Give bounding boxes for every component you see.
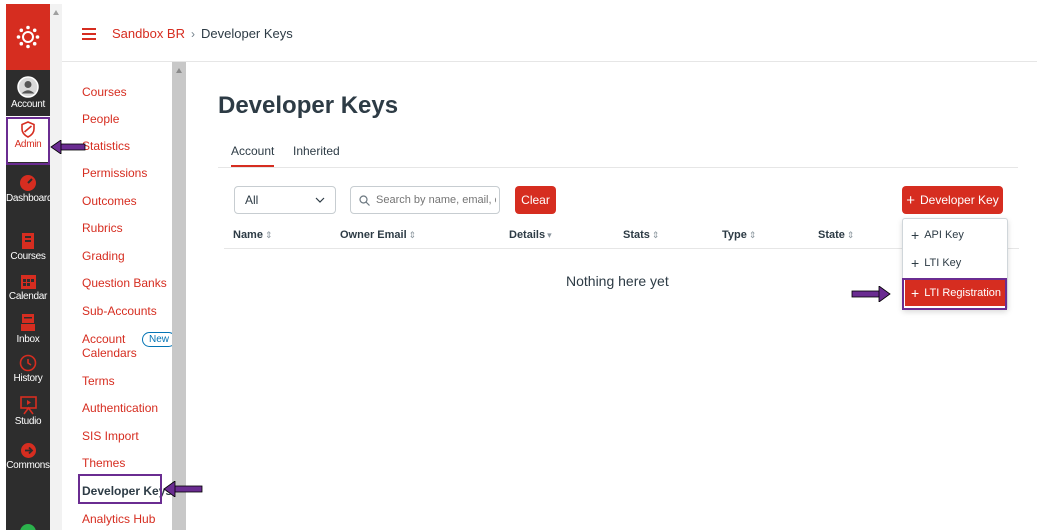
sub-nav-scrollbar[interactable]	[172, 62, 186, 530]
nav-label-studio: Studio	[14, 416, 42, 427]
tab-account[interactable]: Account	[231, 144, 275, 167]
nav-label-dashboard: Dashboard	[6, 193, 50, 204]
nav-item-commons[interactable]: Commons	[6, 442, 50, 471]
sub-nav-themes[interactable]: Themes	[82, 456, 125, 470]
type-filter-select[interactable]: All	[234, 186, 336, 214]
breadcrumb-separator-icon: ›	[191, 26, 195, 41]
column-header-state[interactable]: State ⇕	[818, 229, 854, 241]
page-title: Developer Keys	[218, 92, 399, 119]
nav-label-history: History	[13, 373, 43, 384]
left-arrow-icon	[50, 140, 86, 154]
sub-nav-permissions[interactable]: Permissions	[82, 166, 147, 180]
column-header-type[interactable]: Type ⇕	[722, 229, 756, 241]
studio-icon	[19, 396, 37, 415]
breadcrumb-current: Developer Keys	[201, 26, 293, 41]
sub-nav-analytics-hub[interactable]: Analytics Hub	[82, 512, 155, 526]
lti-registration-highlight-box	[902, 278, 1007, 310]
right-arrow-icon	[851, 286, 891, 302]
column-header-details[interactable]: Details ▾	[509, 229, 552, 241]
filter-value: All	[245, 193, 259, 207]
sort-icon: ⇕	[748, 230, 757, 240]
inbox-icon	[21, 314, 35, 331]
nav-item-courses[interactable]: Courses	[6, 232, 50, 262]
sub-nav-account-calendars[interactable]: Account Calendars	[82, 332, 137, 360]
nav-item-studio[interactable]: Studio	[6, 396, 50, 427]
breadcrumb-sandbox-link[interactable]: Sandbox BR	[112, 26, 185, 41]
more-nav-icon	[20, 524, 36, 530]
plus-icon: +	[911, 255, 920, 271]
tab-list: Account Inherited	[218, 140, 1018, 168]
column-header-name[interactable]: Name ⇕	[233, 229, 273, 241]
menu-item-lti-key[interactable]: + LTI Key	[911, 255, 961, 271]
sub-nav-people[interactable]: People	[82, 112, 119, 126]
sort-icon: ⇕	[408, 230, 417, 240]
page-header: Sandbox BR › Developer Keys	[62, 4, 1037, 62]
nav-item-inbox[interactable]: Inbox	[6, 313, 50, 345]
column-header-stats[interactable]: Stats ⇕	[623, 229, 659, 241]
scroll-up-icon[interactable]	[53, 10, 59, 15]
calendar-icon	[20, 275, 36, 289]
add-developer-key-button[interactable]: + Developer Key	[902, 186, 1003, 214]
nav-item-calendar[interactable]: Calendar	[6, 273, 50, 302]
sub-nav-statistics[interactable]: Statistics	[82, 139, 130, 153]
account-sub-nav: Courses People Statistics Permissions Ou…	[62, 62, 177, 530]
clear-button[interactable]: Clear	[515, 186, 556, 214]
canvas-logo-icon[interactable]	[6, 4, 50, 70]
global-nav: Account Admin Dashboard Courses Calendar…	[6, 4, 50, 530]
nav-item-dashboard[interactable]: Dashboard	[6, 174, 50, 204]
user-icon	[17, 76, 39, 98]
sub-nav-rubrics[interactable]: Rubrics	[82, 221, 123, 235]
hamburger-menu-icon[interactable]	[82, 28, 96, 40]
chevron-down-icon	[315, 197, 325, 203]
book-icon	[22, 233, 34, 249]
search-icon	[359, 194, 370, 206]
nav-label-calendar: Calendar	[8, 291, 48, 302]
nav-scrollbar[interactable]	[50, 4, 62, 530]
sub-nav-terms[interactable]: Terms	[82, 374, 115, 388]
menu-item-api-key-label: API Key	[924, 229, 964, 241]
sub-nav-authentication[interactable]: Authentication	[82, 401, 158, 415]
commons-icon	[20, 443, 36, 458]
search-box[interactable]	[350, 186, 500, 214]
sort-icon: ⇕	[651, 230, 660, 240]
sub-nav-outcomes[interactable]: Outcomes	[82, 194, 137, 208]
dashboard-icon	[20, 175, 36, 191]
nav-label-commons: Commons	[6, 460, 50, 471]
sort-down-icon: ▾	[547, 230, 552, 240]
menu-item-api-key[interactable]: + API Key	[911, 227, 964, 243]
sort-icon: ⇕	[846, 230, 855, 240]
search-input[interactable]	[376, 194, 496, 206]
empty-state-message: Nothing here yet	[566, 273, 669, 289]
developer-keys-highlight-box	[78, 474, 162, 504]
new-badge: New	[142, 332, 177, 347]
left-arrow-icon	[163, 481, 203, 497]
admin-highlight-box	[6, 117, 50, 165]
sub-nav-courses[interactable]: Courses	[82, 85, 127, 99]
nav-item-history[interactable]: History	[6, 354, 50, 384]
sub-nav-question-banks[interactable]: Question Banks	[82, 276, 167, 290]
scroll-up-icon[interactable]	[176, 68, 182, 73]
clock-icon	[19, 354, 37, 372]
sub-nav-sub-accounts[interactable]: Sub-Accounts	[82, 304, 157, 318]
sort-icon: ⇕	[264, 230, 273, 240]
plus-icon: +	[906, 191, 916, 209]
plus-icon: +	[911, 227, 920, 243]
nav-label-account: Account	[10, 99, 46, 110]
sub-nav-sis-import[interactable]: SIS Import	[82, 429, 139, 443]
breadcrumb: Sandbox BR › Developer Keys	[112, 26, 293, 41]
sub-nav-grading[interactable]: Grading	[82, 249, 125, 263]
nav-label-courses: Courses	[10, 251, 46, 262]
menu-item-lti-key-label: LTI Key	[924, 257, 962, 269]
tab-inherited[interactable]: Inherited	[293, 144, 340, 158]
column-header-owner-email[interactable]: Owner Email ⇕	[340, 229, 416, 241]
nav-label-inbox: Inbox	[16, 334, 40, 345]
add-developer-key-label: Developer Key	[920, 193, 999, 207]
nav-item-account[interactable]: Account	[6, 76, 50, 110]
table-divider	[224, 248, 1019, 249]
